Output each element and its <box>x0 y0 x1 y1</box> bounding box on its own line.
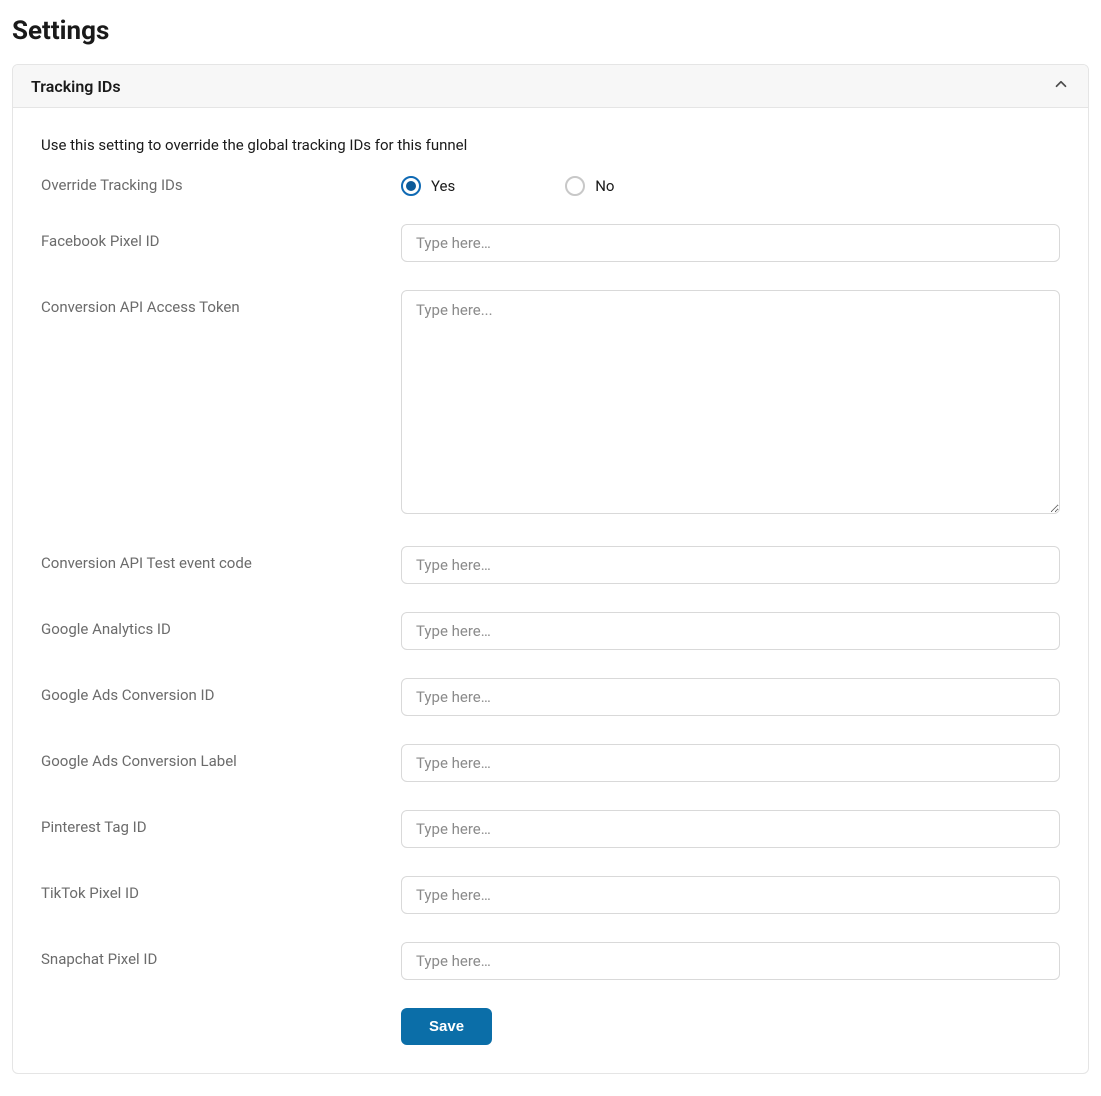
label-pinterest-tag: Pinterest Tag ID <box>41 810 401 836</box>
radio-yes-label: Yes <box>431 177 455 195</box>
override-radio-group: Yes No <box>401 176 1060 196</box>
panel-body: Use this setting to override the global … <box>13 108 1088 1073</box>
page-title: Settings <box>12 16 1089 46</box>
row-snapchat-pixel: Snapchat Pixel ID <box>41 942 1060 980</box>
label-google-analytics: Google Analytics ID <box>41 612 401 638</box>
button-row: Save <box>401 1008 1060 1045</box>
row-facebook-pixel: Facebook Pixel ID <box>41 224 1060 262</box>
panel-description: Use this setting to override the global … <box>41 136 1060 154</box>
radio-yes-circle <box>401 176 421 196</box>
radio-no-label: No <box>595 177 614 195</box>
label-override-tracking: Override Tracking IDs <box>41 176 401 194</box>
row-conversion-api-token: Conversion API Access Token <box>41 290 1060 518</box>
row-google-analytics: Google Analytics ID <box>41 612 1060 650</box>
textarea-conversion-api-token[interactable] <box>401 290 1060 514</box>
radio-no[interactable]: No <box>565 176 614 196</box>
input-facebook-pixel[interactable] <box>401 224 1060 262</box>
row-conversion-api-test-code: Conversion API Test event code <box>41 546 1060 584</box>
label-facebook-pixel: Facebook Pixel ID <box>41 224 401 250</box>
input-tiktok-pixel[interactable] <box>401 876 1060 914</box>
input-google-ads-conversion-id[interactable] <box>401 678 1060 716</box>
label-tiktok-pixel: TikTok Pixel ID <box>41 876 401 902</box>
save-button[interactable]: Save <box>401 1008 492 1045</box>
input-google-analytics[interactable] <box>401 612 1060 650</box>
chevron-up-icon <box>1052 75 1070 97</box>
radio-no-circle <box>565 176 585 196</box>
label-google-ads-conversion-label: Google Ads Conversion Label <box>41 744 401 770</box>
label-google-ads-conversion-id: Google Ads Conversion ID <box>41 678 401 704</box>
input-pinterest-tag[interactable] <box>401 810 1060 848</box>
row-tiktok-pixel: TikTok Pixel ID <box>41 876 1060 914</box>
row-pinterest-tag: Pinterest Tag ID <box>41 810 1060 848</box>
panel-header-title: Tracking IDs <box>31 77 121 96</box>
row-override-tracking: Override Tracking IDs Yes No <box>41 176 1060 196</box>
panel-header[interactable]: Tracking IDs <box>13 65 1088 108</box>
row-google-ads-conversion-id: Google Ads Conversion ID <box>41 678 1060 716</box>
row-google-ads-conversion-label: Google Ads Conversion Label <box>41 744 1060 782</box>
label-conversion-api-test-code: Conversion API Test event code <box>41 546 401 572</box>
radio-yes[interactable]: Yes <box>401 176 455 196</box>
input-snapchat-pixel[interactable] <box>401 942 1060 980</box>
tracking-ids-panel: Tracking IDs Use this setting to overrid… <box>12 64 1089 1074</box>
label-conversion-api-token: Conversion API Access Token <box>41 290 401 316</box>
input-google-ads-conversion-label[interactable] <box>401 744 1060 782</box>
input-conversion-api-test-code[interactable] <box>401 546 1060 584</box>
radio-yes-dot <box>406 181 416 191</box>
label-snapchat-pixel: Snapchat Pixel ID <box>41 942 401 968</box>
